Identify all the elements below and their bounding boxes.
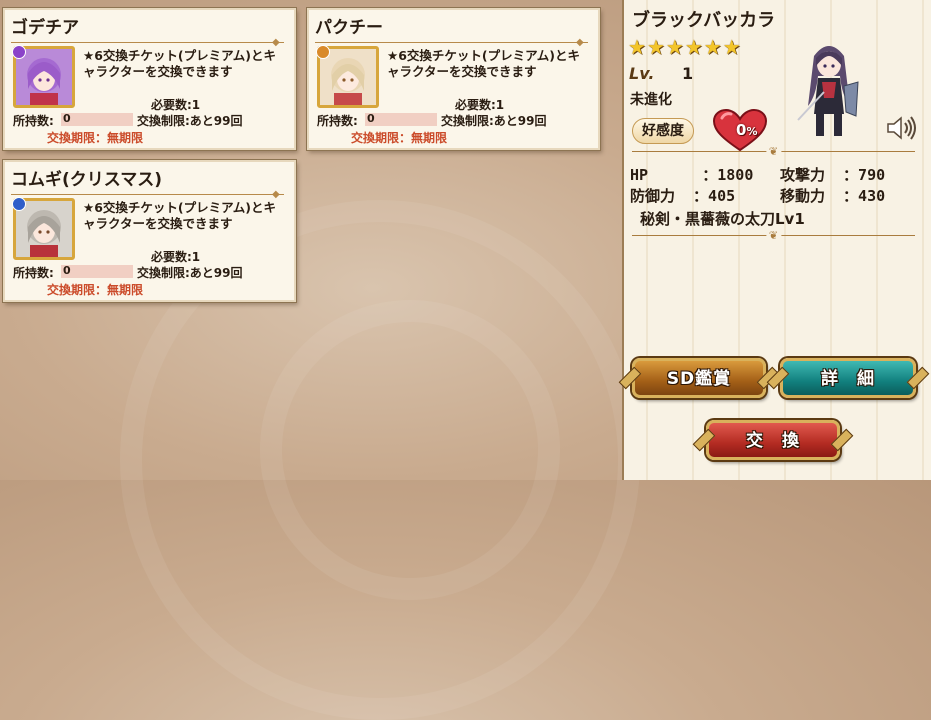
sd-view-label: SD鑑賞 xyxy=(666,369,732,389)
character-detail-panel: ブラックバッカラ ★ ★ ★ ★ ★ ★ Lv. 1 未進化 好感度 0% ❦ … xyxy=(622,0,931,480)
affection-unit: % xyxy=(746,125,758,138)
speaker-icon[interactable] xyxy=(886,116,918,140)
owned-count-box: 0 xyxy=(61,264,133,278)
star-icon: ★ xyxy=(684,35,703,59)
owned-count-box: 0 xyxy=(61,112,133,126)
card-title: ゴデチア xyxy=(11,18,79,38)
stat-move: 移動力 ：430 xyxy=(780,187,886,205)
stat-defense: 防御力 ：405 xyxy=(630,187,736,205)
exchange-card-godetia[interactable]: ゴデチア ◆ ★6交換チケット(プレミアム)とキャラクターを交換できます 必要数… xyxy=(3,8,296,150)
card-description: ★6交換チケット(プレミアム)とキャラクターを交換できます xyxy=(387,48,580,79)
affection-value: 0% xyxy=(736,121,757,139)
star-icon: ★ xyxy=(722,35,741,59)
card-description: ★6交換チケット(プレミアム)とキャラクターを交換できます xyxy=(83,200,276,231)
level-value: 1 xyxy=(682,64,694,83)
card-title: コムギ(クリスマス) xyxy=(11,170,163,190)
exchange-period: 交換期限：無期限 xyxy=(47,283,144,297)
star-icon: ★ xyxy=(703,35,722,59)
affection-number: 0 xyxy=(736,121,747,139)
stat-attack: 攻撃力 ：790 xyxy=(780,166,886,184)
star-icon: ★ xyxy=(646,35,665,59)
card-title: パクチー xyxy=(315,18,383,38)
skill-name: 秘剣・黒薔薇の太刀Lv1 xyxy=(640,210,805,228)
owned-label: 所持数: xyxy=(317,114,358,128)
owned-label: 所持数: xyxy=(13,114,54,128)
exchange-card-pakuchi[interactable]: パクチー ◆ ★6交換チケット(プレミアム)とキャラクターを交換できます 必要数… xyxy=(307,8,600,150)
rank-gem-icon xyxy=(12,45,26,59)
rarity-stars: ★ ★ ★ ★ ★ ★ xyxy=(628,36,741,58)
owned-count: 0 xyxy=(63,264,71,277)
stat-hp: HP ：1800 xyxy=(630,166,754,184)
detail-button[interactable]: 詳 細 xyxy=(766,358,930,398)
card-description: ★6交換チケット(プレミアム)とキャラクターを交換できます xyxy=(83,48,276,79)
rank-gem-icon xyxy=(316,45,330,59)
detail-label: 詳 細 xyxy=(821,369,875,389)
background-swirl xyxy=(260,300,560,600)
sd-view-button[interactable]: SD鑑賞 xyxy=(618,358,780,398)
owned-count: 0 xyxy=(63,112,71,125)
character-name: ブラックバッカラ xyxy=(632,10,776,31)
required-count: 必要数:1 xyxy=(455,98,505,112)
trade-label: 交 換 xyxy=(746,431,800,451)
exchange-limit: 交換制限:あと99回 xyxy=(137,266,243,280)
owned-label: 所持数: xyxy=(13,266,54,280)
exchange-card-komugi-christmas[interactable]: コムギ(クリスマス) ◆ ★6交換チケット(プレミアム)とキャラクターを交換でき… xyxy=(3,160,296,302)
required-count: 必要数:1 xyxy=(151,98,201,112)
trade-button[interactable]: 交 換 xyxy=(692,420,854,460)
exchange-limit: 交換制限:あと99回 xyxy=(137,114,243,128)
evolution-status: 未進化 xyxy=(630,92,672,108)
exchange-period: 交換期限：無期限 xyxy=(351,131,448,145)
star-icon: ★ xyxy=(628,35,646,59)
exchange-limit: 交換制限:あと99回 xyxy=(441,114,547,128)
owned-count: 0 xyxy=(367,112,375,125)
star-icon: ★ xyxy=(665,35,684,59)
skill-divider: ❦ xyxy=(632,230,915,242)
character-sd-sprite xyxy=(797,46,859,136)
exchange-period: 交換期限：無期限 xyxy=(47,131,144,145)
stats-divider: ❦ xyxy=(632,146,915,158)
level-label: Lv. xyxy=(629,64,655,83)
required-count: 必要数:1 xyxy=(151,250,201,264)
rank-gem-icon xyxy=(12,197,26,211)
affection-label: 好感度 xyxy=(632,118,694,144)
owned-count-box: 0 xyxy=(365,112,437,126)
